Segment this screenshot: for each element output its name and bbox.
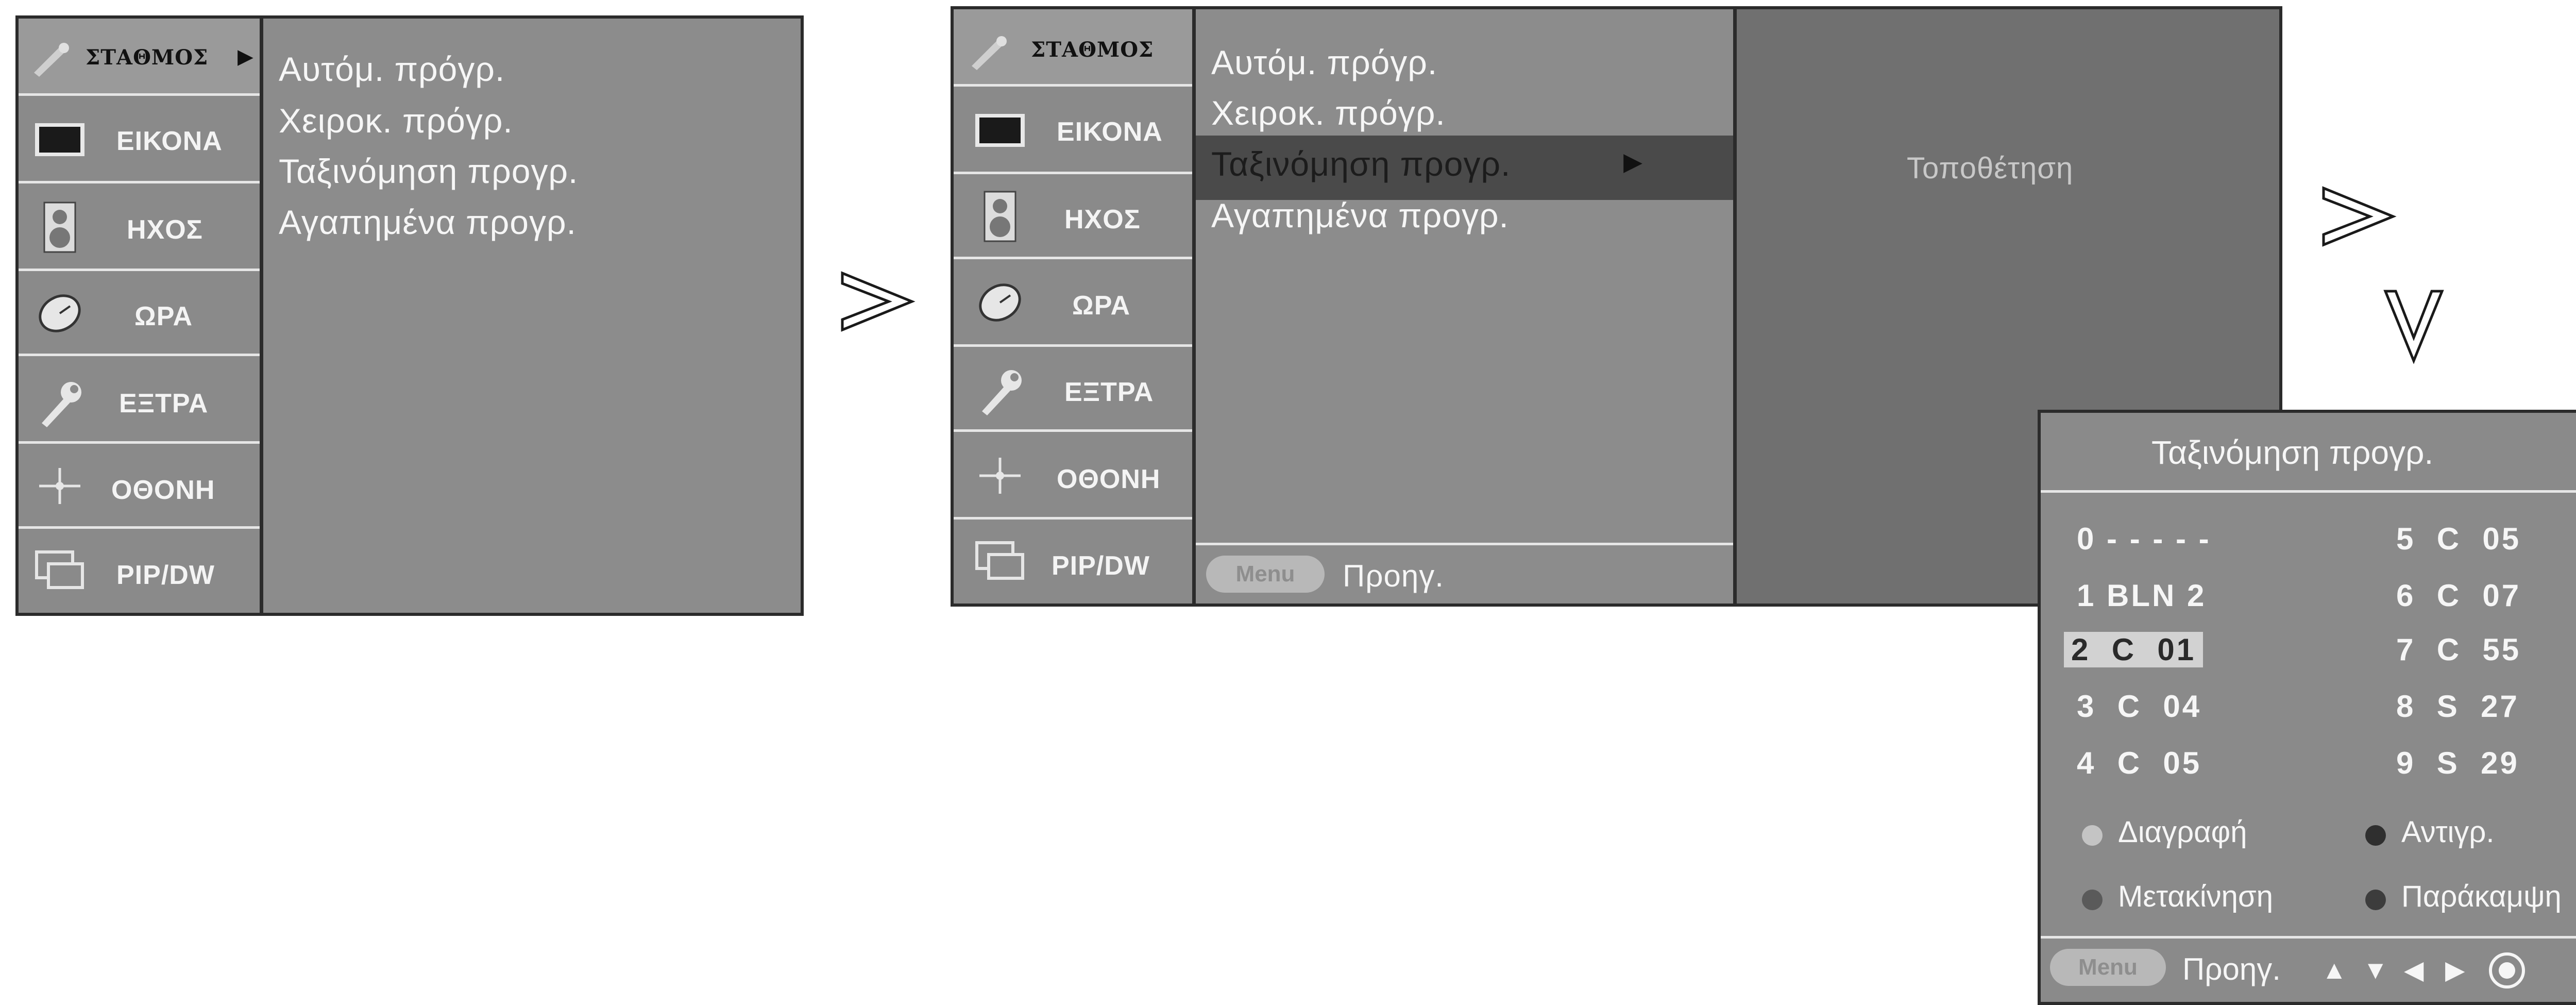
clock-icon (979, 283, 1021, 322)
antenna-icon (972, 36, 1007, 70)
side-menu-item-pip[interactable]: PIP/DW (954, 520, 1192, 604)
pip-icon (35, 550, 84, 589)
side-menu-item-screen[interactable]: ΟΘΟΝΗ (954, 432, 1192, 520)
side-menu-label: ΕΞΤΡΑ (1064, 377, 1154, 407)
popup-title: Ταξινόμηση προγρ. (2151, 434, 2434, 471)
speaker-icon (43, 202, 76, 253)
speaker-icon (984, 191, 1016, 242)
popup-title-divider (2041, 490, 2576, 493)
side-menu-1: ΣΤΑΘΜΟΣ ▶ ΕΙΚΟΝΑ ΗΧΟΣ ΩΡΑ ΕΞΤΡΑ ΟΘΟΝΗ PI… (15, 15, 263, 616)
submenu-item-program-sort[interactable]: Ταξινόμηση προγρ. (279, 152, 578, 191)
channel-8[interactable]: 8 S 27 (2396, 689, 2519, 724)
side-menu-item-time[interactable]: ΩΡΑ (19, 271, 260, 356)
side-menu-item-station[interactable]: ΣΤΑΘΜΟΣ (954, 9, 1192, 87)
wrench-icon (42, 382, 81, 427)
tv-screen-icon (975, 114, 1025, 147)
flow-arrow-right-icon (2322, 186, 2397, 247)
action-skip[interactable]: Παράκαμψη (2401, 879, 2562, 914)
channel-5[interactable]: 5 C 05 (2396, 521, 2521, 557)
side-menu-label: ΟΘΟΝΗ (111, 475, 215, 505)
side-menu-item-station[interactable]: ΣΤΑΘΜΟΣ ▶ (19, 19, 260, 96)
skip-color-dot-icon (2365, 890, 2386, 910)
submenu-item-program-sort[interactable]: Ταξινόμηση προγρ. (1211, 144, 1511, 183)
submenu-panel-2: Αυτόμ. πρόγρ. Χειροκ. πρόγρ. Ταξινόμηση … (1193, 6, 1736, 607)
action-delete[interactable]: Διαγραφή (2118, 815, 2247, 849)
side-menu-label: ΣΤΑΘΜΟΣ (86, 45, 209, 70)
side-menu-label: ΗΧΟΣ (127, 215, 203, 245)
channel-9[interactable]: 9 S 29 (2396, 745, 2519, 781)
channel-1[interactable]: 1 BLN 2 (2077, 578, 2206, 613)
side-menu-label: ΟΘΟΝΗ (1057, 464, 1161, 494)
channel-0[interactable]: 0 - - - - - (2077, 521, 2211, 557)
antenna-icon (34, 43, 69, 77)
position-label: Τοποθέτηση (1907, 152, 2074, 185)
popup-menu-button[interactable]: Menu (2050, 949, 2166, 986)
channel-6[interactable]: 6 C 07 (2396, 578, 2521, 613)
side-menu-item-picture[interactable]: ΕΙΚΟΝΑ (954, 87, 1192, 174)
submenu-arrow-icon: ▶ (1623, 148, 1643, 176)
side-menu-item-sound[interactable]: ΗΧΟΣ (954, 174, 1192, 259)
side-menu-item-time[interactable]: ΩΡΑ (954, 259, 1192, 347)
action-copy[interactable]: Αντιγρ. (2401, 815, 2495, 849)
side-menu-label: PIP/DW (1052, 551, 1150, 581)
side-menu-item-pip[interactable]: PIP/DW (19, 529, 260, 613)
side-menu-label: ΕΙΚΟΝΑ (1057, 117, 1163, 147)
arrow-up-icon[interactable]: ▲ (2321, 955, 2347, 985)
move-color-dot-icon (2082, 890, 2103, 910)
submenu-item-manual-program[interactable]: Χειροκ. πρόγρ. (279, 101, 513, 140)
back-label: Προηγ. (1343, 559, 1444, 593)
submenu-item-favorites[interactable]: Αγαπημένα προγρ. (1211, 196, 1509, 235)
side-menu-item-picture[interactable]: ΕΙΚΟΝΑ (19, 96, 260, 183)
clock-icon (39, 294, 81, 332)
side-menu-item-extra[interactable]: ΕΞΤΡΑ (19, 356, 260, 444)
side-menu-label: ΗΧΟΣ (1064, 205, 1141, 234)
action-move[interactable]: Μετακίνηση (2118, 879, 2273, 914)
pip-icon (975, 541, 1024, 580)
side-menu-item-extra[interactable]: ΕΞΤΡΑ (954, 347, 1192, 432)
side-menu-item-screen[interactable]: ΟΘΟΝΗ (19, 444, 260, 529)
side-menu-2: ΣΤΑΘΜΟΣ ΕΙΚΟΝΑ ΗΧΟΣ ΩΡΑ ΕΞΤΡΑ ΟΘΟΝΗ PIP/… (951, 6, 1195, 607)
copy-color-dot-icon (2365, 825, 2386, 846)
side-menu-label: ΩΡΑ (1072, 291, 1131, 321)
submenu-item-manual-program[interactable]: Χειροκ. πρόγρ. (1211, 93, 1446, 132)
arrow-right-icon[interactable]: ▶ (2445, 955, 2465, 985)
side-menu-label: ΩΡΑ (134, 301, 193, 331)
channel-7[interactable]: 7 C 55 (2396, 632, 2521, 667)
arrow-left-icon[interactable]: ◀ (2404, 955, 2424, 985)
program-sort-popup: Ταξινόμηση προγρ. 0 - - - - - 1 BLN 2 2 … (2038, 410, 2576, 1005)
delete-color-dot-icon (2082, 825, 2103, 846)
side-menu-label: ΕΙΚΟΝΑ (116, 126, 223, 156)
satellite-icon (39, 468, 80, 504)
side-menu-label: ΕΞΤΡΑ (119, 389, 209, 418)
submenu-panel-1: Αυτόμ. πρόγρ. Χειροκ. πρόγρ. Ταξινόμηση … (260, 15, 804, 616)
submenu-item-favorites[interactable]: Αγαπημένα προγρ. (279, 203, 577, 242)
ok-button-icon[interactable] (2488, 951, 2526, 990)
channel-2-selected[interactable]: 2 C 01 (2064, 632, 2204, 667)
flow-arrow-down-icon (2383, 290, 2444, 364)
popup-back-label: Προηγ. (2182, 952, 2281, 986)
arrow-down-icon[interactable]: ▼ (2363, 955, 2388, 985)
submenu-open-arrow-icon: ▶ (238, 44, 254, 69)
side-menu-label: PIP/DW (116, 560, 215, 590)
popup-footer-divider (2041, 936, 2576, 939)
submenu-footer-divider (1196, 543, 1733, 545)
submenu-item-auto-program[interactable]: Αυτόμ. πρόγρ. (1211, 43, 1437, 82)
side-menu-label: ΣΤΑΘΜΟΣ (1031, 38, 1154, 62)
wrench-icon (982, 370, 1022, 415)
menu-button[interactable]: Menu (1206, 556, 1325, 593)
channel-4[interactable]: 4 C 05 (2077, 745, 2201, 781)
flow-arrow-right-icon (841, 271, 916, 332)
satellite-icon (979, 458, 1021, 494)
submenu-item-auto-program[interactable]: Αυτόμ. πρόγρ. (279, 49, 505, 89)
channel-3[interactable]: 3 C 04 (2077, 689, 2201, 724)
tv-screen-icon (35, 123, 84, 156)
side-menu-item-sound[interactable]: ΗΧΟΣ (19, 183, 260, 271)
